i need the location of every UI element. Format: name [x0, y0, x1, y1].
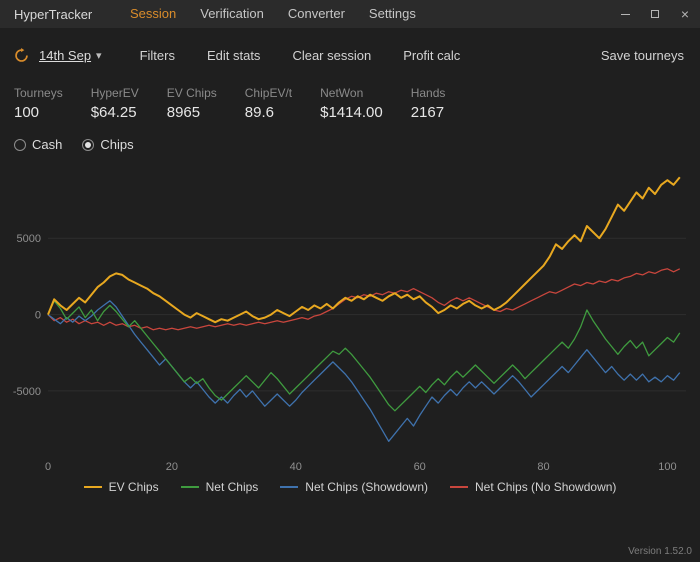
stat-label: NetWon	[320, 86, 364, 100]
legend-label: Net Chips (No Showdown)	[475, 480, 617, 494]
stat-value: $1414.00	[320, 104, 383, 121]
svg-text:80: 80	[537, 461, 549, 473]
chevron-down-icon: ▾	[96, 49, 102, 62]
stat-label: EV Chips	[166, 86, 217, 100]
window-controls: ×	[610, 0, 700, 28]
toolbar: 14th Sep ▾ Filters Edit stats Clear sess…	[0, 32, 700, 78]
refresh-button[interactable]	[14, 47, 29, 63]
legend-swatch	[280, 486, 299, 488]
menu-item-verification[interactable]: Verification	[188, 0, 276, 28]
legend-item-net-chips-showdown: Net Chips (Showdown)	[280, 480, 428, 494]
svg-text:100: 100	[658, 461, 676, 473]
chart-legend: EV Chips Net Chips Net Chips (Showdown) …	[0, 480, 700, 494]
menu-item-session[interactable]: Session	[118, 0, 188, 28]
legend-swatch	[450, 486, 469, 488]
legend-label: Net Chips (Showdown)	[305, 480, 429, 494]
svg-text:60: 60	[414, 461, 426, 473]
stat-hands: Hands 2167	[411, 86, 446, 121]
radio-cash-label: Cash	[32, 137, 63, 152]
stats-row: Tourneys 100 HyperEV $64.25 EV Chips 896…	[0, 78, 700, 121]
filters-button[interactable]: Filters	[140, 48, 175, 63]
clear-session-button[interactable]: Clear session	[292, 48, 371, 63]
version-label: Version 1.52.0	[628, 546, 692, 557]
main-menu: Session Verification Converter Settings	[118, 0, 428, 28]
edit-stats-button[interactable]: Edit stats	[207, 48, 260, 63]
minimize-button[interactable]	[610, 0, 640, 28]
save-tourneys-button[interactable]: Save tourneys	[601, 48, 684, 63]
stat-value: 8965	[166, 104, 201, 121]
app-title: HyperTracker	[14, 6, 93, 22]
stat-label: HyperEV	[90, 86, 139, 100]
legend-swatch	[180, 486, 199, 488]
maximize-icon	[651, 10, 659, 18]
legend-item-ev-chips: EV Chips	[83, 480, 159, 494]
legend-swatch	[83, 486, 102, 488]
legend-label: Net Chips	[205, 480, 259, 494]
menu-item-settings[interactable]: Settings	[357, 0, 428, 28]
svg-text:-5000: -5000	[13, 386, 41, 398]
stat-value: 100	[14, 104, 40, 121]
stat-ev-chips: EV Chips 8965	[167, 86, 217, 121]
date-label: 14th Sep	[39, 47, 92, 63]
stat-value: $64.25	[90, 104, 137, 121]
stat-chipev-t: ChipEV/t 89.6	[245, 86, 292, 121]
legend-label: EV Chips	[108, 480, 159, 494]
titlebar: HyperTracker Session Verification Conver…	[0, 0, 700, 28]
close-button[interactable]: ×	[670, 0, 700, 28]
menu-item-converter[interactable]: Converter	[276, 0, 357, 28]
stat-label: Tourneys	[14, 86, 63, 100]
minimize-icon	[620, 13, 630, 15]
svg-text:5000: 5000	[17, 233, 41, 245]
stat-label: ChipEV/t	[244, 86, 293, 100]
svg-text:20: 20	[166, 461, 178, 473]
stat-value: 2167	[410, 104, 445, 121]
radio-cash-dot	[14, 138, 26, 151]
radio-cash[interactable]: Cash	[14, 137, 62, 152]
legend-item-net-chips: Net Chips	[180, 480, 259, 494]
radio-chips-label: Chips	[100, 137, 134, 152]
stat-value: 89.6	[244, 104, 274, 121]
chart-mode-radios: Cash Chips	[0, 121, 700, 152]
stat-label: Hands	[410, 86, 446, 100]
svg-text:0: 0	[35, 310, 41, 322]
refresh-icon	[15, 47, 28, 62]
maximize-button[interactable]	[640, 0, 670, 28]
svg-text:40: 40	[290, 461, 302, 473]
stat-tourneys: Tourneys 100	[14, 86, 63, 121]
date-selector[interactable]: 14th Sep ▾	[39, 48, 102, 63]
legend-item-net-chips-no-showdown: Net Chips (No Showdown)	[450, 480, 616, 494]
profit-calc-button[interactable]: Profit calc	[403, 48, 460, 63]
stat-netwon: NetWon $1414.00	[320, 86, 383, 121]
stat-hyperev: HyperEV $64.25	[91, 86, 139, 121]
results-chart: -5000 0 5000 0 20 40 60 80 100	[0, 156, 700, 478]
close-icon: ×	[680, 6, 690, 22]
svg-text:0: 0	[45, 461, 51, 473]
radio-chips-dot	[82, 138, 95, 151]
radio-chips[interactable]: Chips	[82, 137, 134, 152]
chart-canvas: -5000 0 5000 0 20 40 60 80 100	[13, 176, 686, 473]
